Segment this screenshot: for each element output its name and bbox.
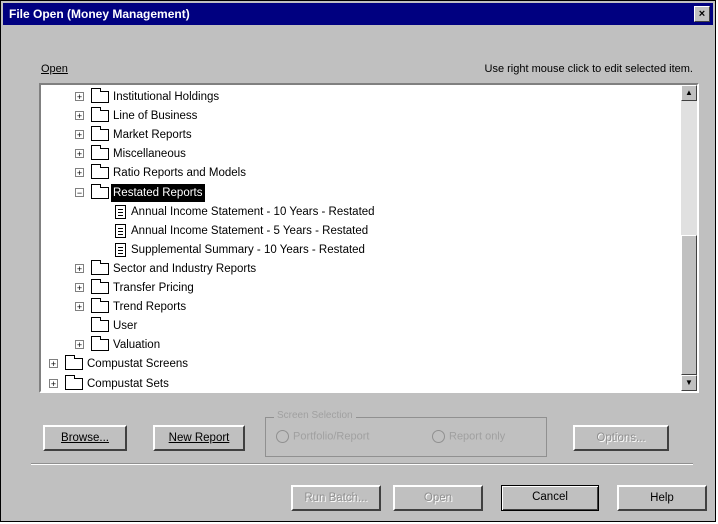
title-bar[interactable]: File Open (Money Management) × xyxy=(3,3,713,25)
scroll-up-button[interactable]: ▲ xyxy=(681,85,697,101)
open-folder-icon xyxy=(91,183,109,199)
tree-item-label: Sector and Industry Reports xyxy=(113,262,257,275)
document-icon xyxy=(115,223,126,238)
document-icon xyxy=(115,242,126,257)
tree-item-label: Institutional Holdings xyxy=(113,91,220,103)
close-icon: × xyxy=(698,8,706,20)
folder-icon xyxy=(65,355,83,371)
tree-item-label: Annual Income Statement - 10 Years - Res… xyxy=(131,205,375,218)
tree-item[interactable]: + Institutional Holdings xyxy=(41,88,679,106)
arrow-down-icon: ▼ xyxy=(685,378,693,387)
tree-item[interactable]: + Market Reports xyxy=(41,126,679,144)
radio-icon xyxy=(432,430,445,443)
tree-item-label: Restated Reports xyxy=(111,183,205,202)
tree-items: + Institutional Holdings + Line of Business… xyxy=(41,85,679,391)
separator xyxy=(31,463,693,465)
tree-item[interactable]: Supplemental Summary - 10 Years - Restat… xyxy=(41,241,679,259)
tree-item[interactable]: − Restated Reports xyxy=(41,183,679,202)
tree-item-label: Transfer Pricing xyxy=(113,282,194,294)
tree-item-label: Supplemental Summary - 10 Years - Restat… xyxy=(131,243,365,256)
tree-item-label: Trend Reports xyxy=(113,301,187,314)
hint-label: Use right mouse click to edit selected i… xyxy=(484,63,693,75)
file-open-dialog: File Open (Money Management) × Open Use … xyxy=(0,0,716,522)
folder-icon xyxy=(91,259,109,275)
folder-icon xyxy=(91,317,109,333)
tree-item-label: Compustat Screens xyxy=(87,358,188,371)
open-label: Open xyxy=(41,63,68,75)
report-tree[interactable]: + Institutional Holdings + Line of Business… xyxy=(39,83,699,393)
tree-item[interactable]: + Valuation xyxy=(41,336,679,354)
tree-item[interactable]: + Compustat Screens xyxy=(41,355,679,373)
radio-icon xyxy=(276,430,289,443)
tree-item-label: Valuation xyxy=(113,339,161,352)
portfolio-report-radio[interactable]: Portfolio/Report xyxy=(276,430,369,446)
collapse-icon[interactable]: − xyxy=(75,187,84,197)
expand-icon[interactable]: + xyxy=(49,378,58,388)
arrow-up-icon: ▲ xyxy=(685,88,693,97)
expand-icon[interactable]: + xyxy=(75,149,84,159)
tree-item-label: Ratio Reports and Models xyxy=(113,167,246,180)
expand-icon[interactable]: + xyxy=(75,92,84,102)
tree-item-label: User xyxy=(113,320,138,333)
run-batch-button[interactable]: Run Batch... xyxy=(291,485,381,511)
group-legend: Screen Selection xyxy=(274,410,356,421)
report-only-radio[interactable]: Report only xyxy=(432,430,505,446)
folder-icon xyxy=(91,164,109,180)
browse-button[interactable]: Browse... xyxy=(43,425,127,451)
tree-item-label: Compustat Sets xyxy=(87,377,169,390)
tree-item[interactable]: + Line of Business xyxy=(41,107,679,125)
expand-icon[interactable]: + xyxy=(49,359,58,369)
tree-item-label: Miscellaneous xyxy=(113,148,186,161)
tree-item[interactable]: + Miscellaneous xyxy=(41,145,679,163)
tree-item-label: Line of Business xyxy=(113,110,198,123)
expand-icon[interactable]: + xyxy=(75,130,84,140)
expand-icon[interactable]: + xyxy=(75,263,84,273)
tree-item-label: Annual Income Statement - 5 Years - Rest… xyxy=(131,224,369,237)
cancel-button[interactable]: Cancel xyxy=(501,485,599,511)
open-button[interactable]: Open xyxy=(393,485,483,511)
folder-icon xyxy=(91,107,109,123)
expand-icon[interactable]: + xyxy=(75,283,84,293)
expand-icon[interactable]: + xyxy=(75,111,84,121)
tree-item[interactable]: + Compustat Sets xyxy=(41,374,679,392)
tree-item[interactable]: User xyxy=(41,317,679,335)
folder-icon xyxy=(91,298,109,314)
tree-item[interactable]: + Ratio Reports and Models xyxy=(41,164,679,182)
expand-icon[interactable]: + xyxy=(75,168,84,178)
expand-icon[interactable]: + xyxy=(75,340,84,350)
scroll-thumb[interactable] xyxy=(681,235,697,375)
folder-icon xyxy=(91,279,109,294)
tree-item[interactable]: Annual Income Statement - 5 Years - Rest… xyxy=(41,222,679,240)
tree-item[interactable]: Annual Income Statement - 10 Years - Res… xyxy=(41,203,679,221)
folder-icon xyxy=(65,374,83,390)
tree-item[interactable]: + Trend Reports xyxy=(41,298,679,316)
folder-icon xyxy=(91,145,109,161)
close-button[interactable]: × xyxy=(694,6,710,22)
tree-item-label: Market Reports xyxy=(113,129,192,142)
folder-icon xyxy=(91,336,109,352)
screen-selection-group: Screen Selection Portfolio/Report Report… xyxy=(265,410,547,457)
folder-icon xyxy=(91,88,109,103)
document-icon xyxy=(115,204,126,219)
new-report-button[interactable]: New Report xyxy=(153,425,245,451)
tree-item[interactable]: + Sector and Industry Reports xyxy=(41,259,679,278)
folder-icon xyxy=(91,126,109,142)
expand-icon[interactable]: + xyxy=(75,302,84,312)
vertical-scrollbar[interactable]: ▲ ▼ xyxy=(681,85,697,391)
options-button[interactable]: Options... xyxy=(573,425,669,451)
scroll-down-button[interactable]: ▼ xyxy=(681,375,697,391)
help-button[interactable]: Help xyxy=(617,485,707,511)
tree-item[interactable]: + Transfer Pricing xyxy=(41,279,679,297)
dialog-title: File Open (Money Management) xyxy=(9,7,190,21)
